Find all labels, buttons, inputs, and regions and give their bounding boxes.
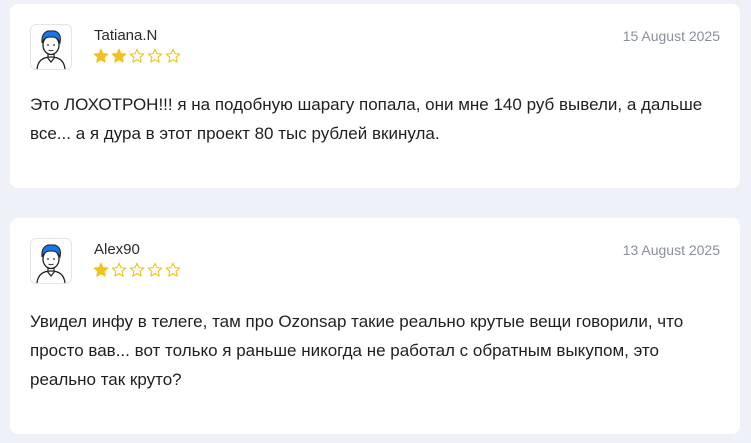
star-empty-icon	[147, 48, 163, 63]
star-empty-icon	[165, 48, 181, 63]
star-empty-icon	[111, 262, 127, 277]
user-avatar-icon	[36, 244, 66, 283]
star-filled-icon	[93, 48, 109, 63]
star-filled-icon	[111, 48, 127, 63]
avatar	[30, 238, 72, 284]
user-avatar-icon	[36, 30, 66, 69]
avatar	[30, 24, 72, 70]
author-name: Tatiana.N	[94, 27, 158, 44]
review-text: Это ЛОХОТРОН!!! я на подобную шарагу поп…	[30, 95, 703, 143]
review-card: Tatiana.N 15 August 2025 Это ЛОХОТРОН!!!…	[10, 4, 740, 188]
author-name: Alex90	[94, 241, 140, 258]
star-empty-icon	[165, 262, 181, 277]
star-empty-icon	[129, 48, 145, 63]
star-rating	[93, 48, 181, 64]
star-rating	[93, 262, 181, 278]
review-date: 13 August 2025	[622, 242, 720, 258]
review-card: Alex90 13 August 2025 Увидел инфу в теле…	[10, 218, 740, 434]
review-text: Увидел инфу в телеге, там про Ozonsap та…	[30, 312, 684, 389]
star-empty-icon	[147, 262, 163, 277]
star-empty-icon	[129, 262, 145, 277]
star-filled-icon	[93, 262, 109, 277]
review-date: 15 August 2025	[622, 28, 720, 44]
